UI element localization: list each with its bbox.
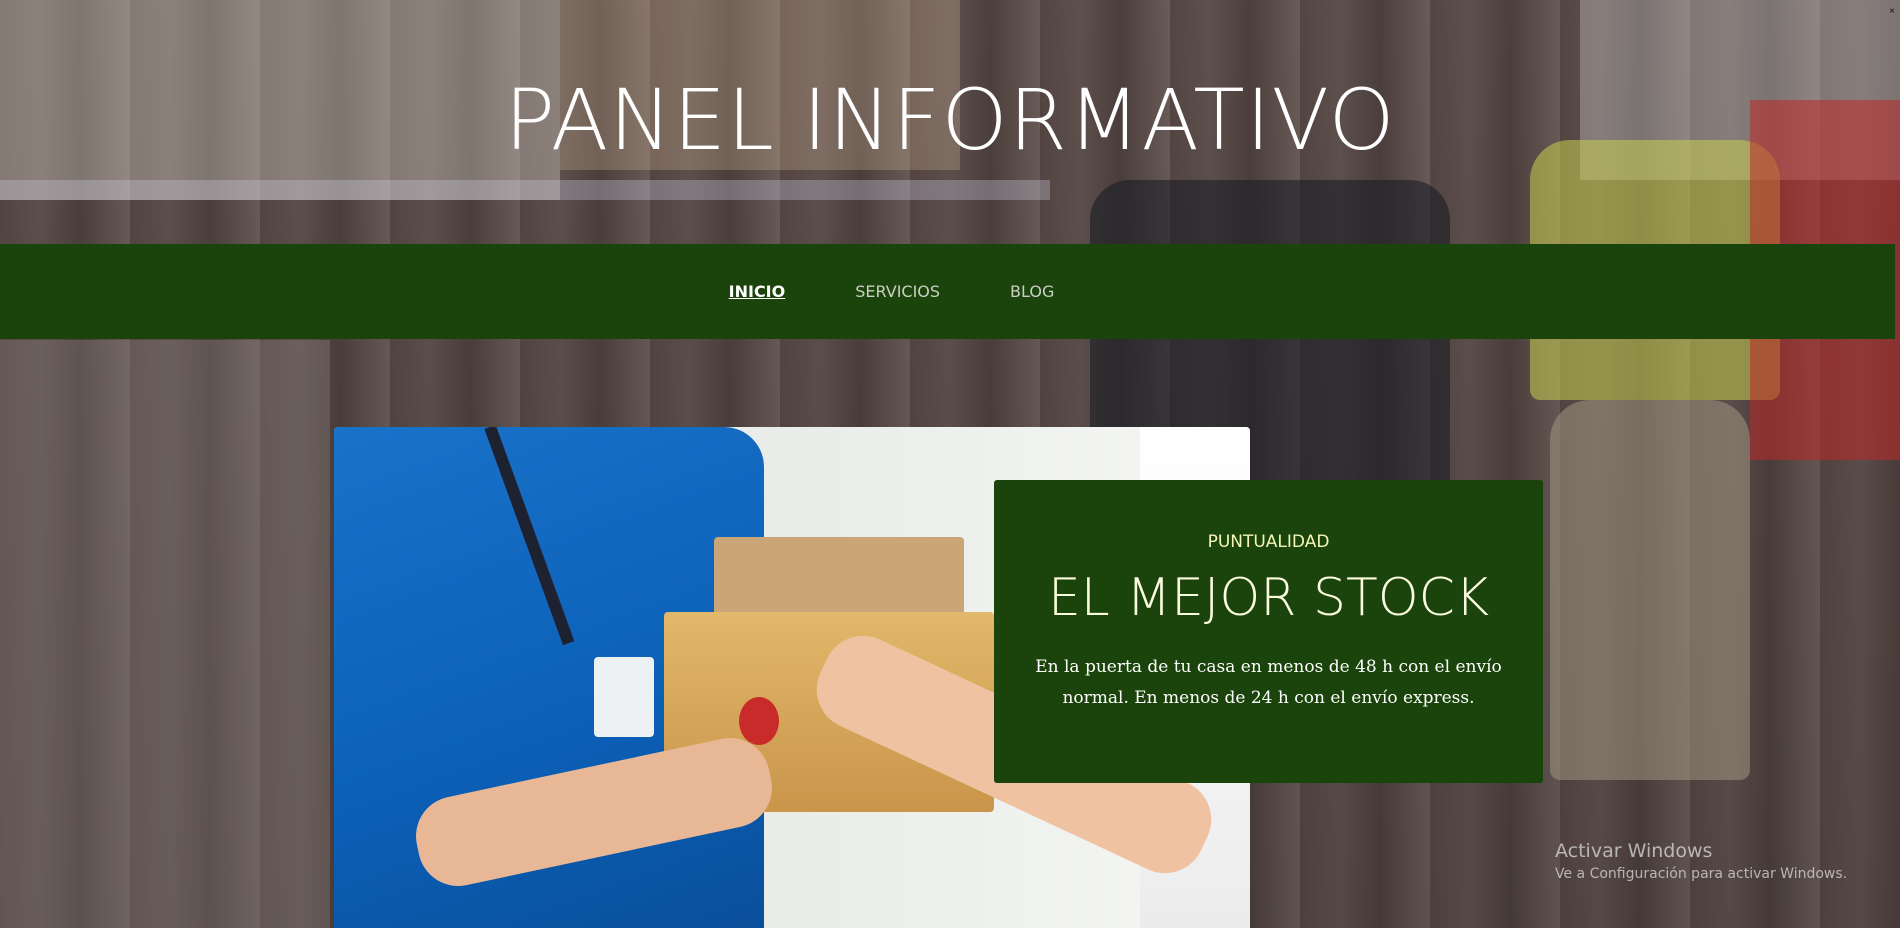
- page-title: PANEL INFORMATIVO: [504, 71, 1396, 169]
- nav-item-inicio[interactable]: INICIO: [729, 282, 786, 301]
- info-card: PUNTUALIDAD EL MEJOR STOCK En la puerta …: [994, 480, 1543, 783]
- nav-item-blog[interactable]: BLOG: [1010, 282, 1054, 301]
- badge-shape: [594, 657, 654, 737]
- box-sticker-shape: [739, 697, 779, 745]
- watermark-title: Activar Windows: [1555, 840, 1713, 862]
- window-edge-icon[interactable]: ×: [1888, 6, 1896, 66]
- card-eyebrow: PUNTUALIDAD: [1207, 532, 1330, 552]
- main-navbar: INICIO SERVICIOS BLOG: [0, 244, 1895, 339]
- page: PANEL INFORMATIVO INICIO SERVICIOS BLOG …: [0, 0, 1900, 928]
- card-title: EL MEJOR STOCK: [1047, 568, 1490, 628]
- small-box-shape: [714, 537, 964, 617]
- nav-item-servicios[interactable]: SERVICIOS: [855, 282, 940, 301]
- watermark-subtitle: Ve a Configuración para activar Windows.: [1555, 866, 1848, 882]
- nav-list: INICIO SERVICIOS BLOG: [0, 244, 1895, 339]
- windows-activation-watermark: Activar Windows Ve a Configuración para …: [1555, 840, 1847, 882]
- card-text: En la puerta de tu casa en menos de 48 h…: [1035, 657, 1502, 708]
